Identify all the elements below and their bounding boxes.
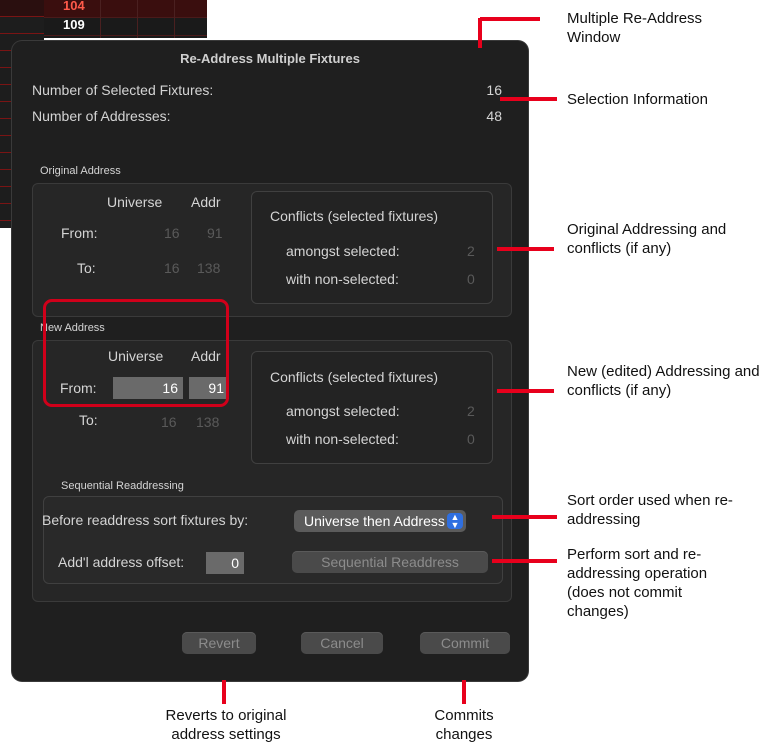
new-conflicts-box: Conflicts (selected fixtures) amongst se… xyxy=(251,351,493,464)
original-nonselected-value: 0 xyxy=(467,271,475,287)
original-address-group: Universe Addr From: 16 91 To: 16 138 Con… xyxy=(32,183,512,317)
original-address-section-label: Original Address xyxy=(40,165,121,177)
offset-label: Add'l address offset: xyxy=(58,554,185,570)
background-spreadsheet-column: 104 109 xyxy=(44,0,207,38)
original-from-label: From: xyxy=(61,225,98,241)
callout-line-original xyxy=(497,247,554,251)
offset-input[interactable]: 0 xyxy=(206,552,244,574)
new-to-universe: 16 xyxy=(161,414,177,430)
sort-order-popup[interactable]: Universe then Address ▲ ▼ xyxy=(294,510,466,532)
popup-arrows-icon: ▲ ▼ xyxy=(447,513,463,530)
cancel-button[interactable]: Cancel xyxy=(301,632,383,654)
addresses-value: 48 xyxy=(486,108,502,124)
callout-line-commit xyxy=(462,680,466,704)
original-to-label: To: xyxy=(77,260,96,276)
original-to-addr: 138 xyxy=(197,260,221,276)
original-col-addr: Addr xyxy=(191,194,221,210)
original-amongst-value: 2 xyxy=(467,243,475,259)
callout-window: Multiple Re-Address Window xyxy=(567,10,703,46)
new-nonselected-label: with non-selected: xyxy=(286,431,399,447)
sequential-readdress-button[interactable]: Sequential Readdress xyxy=(292,551,488,573)
commit-button[interactable]: Commit xyxy=(420,632,510,654)
new-to-addr: 138 xyxy=(196,414,220,430)
original-from-universe: 16 xyxy=(164,225,180,241)
callout-commit: Commits changes xyxy=(434,707,494,743)
callout-line-perform xyxy=(492,559,557,563)
new-amongst-value: 2 xyxy=(467,403,475,419)
sort-order-value: Universe then Address xyxy=(304,513,445,529)
addresses-label: Number of Addresses: xyxy=(32,108,171,124)
original-nonselected-label: with non-selected: xyxy=(286,271,399,287)
callout-selection: Selection Information xyxy=(567,91,708,108)
sheet-value-1: 104 xyxy=(63,0,85,13)
callout-original: Original Addressing and conflicts (if an… xyxy=(567,221,727,257)
original-to-universe: 16 xyxy=(164,260,180,276)
selected-fixtures-value: 16 xyxy=(486,82,502,98)
revert-button[interactable]: Revert xyxy=(182,632,256,654)
original-conflicts-title: Conflicts (selected fixtures) xyxy=(270,208,439,224)
callout-perform: Perform sort and re-addressing operation… xyxy=(567,546,708,620)
callout-new: New (edited) Addressing and conflicts (i… xyxy=(567,363,760,399)
new-amongst-label: amongst selected: xyxy=(286,403,400,419)
original-col-universe: Universe xyxy=(107,194,163,210)
new-address-highlight xyxy=(43,299,229,407)
callout-revert: Reverts to original address settings xyxy=(165,707,287,743)
callout-sort: Sort order used when re-addressing xyxy=(567,492,733,528)
new-to-label: To: xyxy=(79,412,98,428)
new-conflicts-title: Conflicts (selected fixtures) xyxy=(270,369,439,385)
callout-line-window-v xyxy=(478,18,482,48)
callout-line-selection xyxy=(500,97,557,101)
sequential-section-label: Sequential Readdressing xyxy=(61,480,184,492)
dialog-title: Re-Address Multiple Fixtures xyxy=(180,51,360,66)
original-from-addr: 91 xyxy=(207,225,223,241)
selected-fixtures-label: Number of Selected Fixtures: xyxy=(32,82,214,98)
callout-line-sort xyxy=(492,515,557,519)
sort-label: Before readdress sort fixtures by: xyxy=(42,512,249,528)
new-nonselected-value: 0 xyxy=(467,431,475,447)
callout-line-revert xyxy=(222,680,226,704)
callout-line-new xyxy=(497,389,554,393)
callout-line-window-h xyxy=(480,17,540,21)
original-amongst-label: amongst selected: xyxy=(286,243,400,259)
original-conflicts-box: Conflicts (selected fixtures) amongst se… xyxy=(251,191,493,304)
sheet-value-2: 109 xyxy=(63,17,85,32)
